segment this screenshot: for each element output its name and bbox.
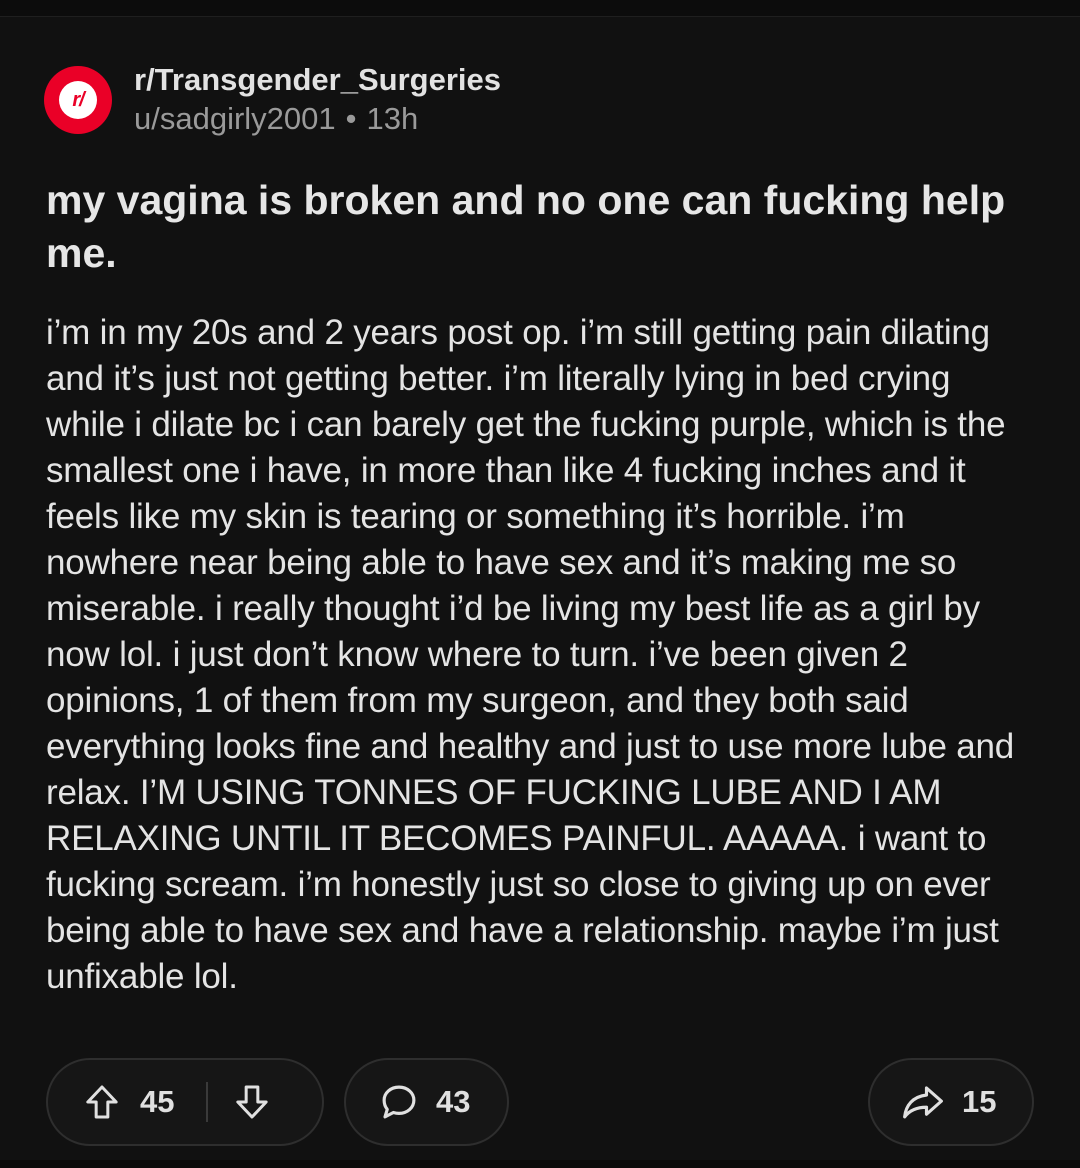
subreddit-r-icon[interactable]: r/ bbox=[44, 66, 112, 134]
post-action-bar: 45 43 15 bbox=[46, 1058, 1034, 1148]
top-divider bbox=[0, 0, 1080, 17]
comment-bubble-icon bbox=[378, 1081, 420, 1123]
subreddit-icon-label: r/ bbox=[59, 81, 97, 119]
upvote-arrow-icon[interactable] bbox=[82, 1082, 122, 1122]
share-arrow-icon bbox=[900, 1081, 946, 1123]
vote-control: 45 bbox=[46, 1058, 324, 1146]
bottom-divider bbox=[0, 1160, 1080, 1168]
post-meta: r/Transgender_Surgeries u/sadgirly2001 •… bbox=[134, 61, 501, 139]
subreddit-name[interactable]: r/Transgender_Surgeries bbox=[134, 61, 501, 99]
vote-score: 45 bbox=[140, 1084, 175, 1119]
share-count: 15 bbox=[962, 1084, 997, 1119]
post-title[interactable]: my vagina is broken and no one can fucki… bbox=[46, 174, 1046, 280]
downvote-arrow-icon[interactable] bbox=[232, 1082, 272, 1122]
post-header: r/ r/Transgender_Surgeries u/sadgirly200… bbox=[44, 61, 501, 139]
comment-count: 43 bbox=[436, 1084, 471, 1119]
comments-button[interactable]: 43 bbox=[344, 1058, 509, 1146]
meta-separator: • bbox=[345, 101, 357, 136]
post-body: i’m in my 20s and 2 years post op. i’m s… bbox=[46, 313, 1015, 996]
byline: u/sadgirly2001 • 13h bbox=[134, 99, 501, 139]
share-button[interactable]: 15 bbox=[868, 1058, 1034, 1146]
post-age: 13h bbox=[366, 101, 419, 136]
author-name[interactable]: u/sadgirly2001 bbox=[134, 99, 336, 139]
vote-divider bbox=[206, 1082, 209, 1122]
